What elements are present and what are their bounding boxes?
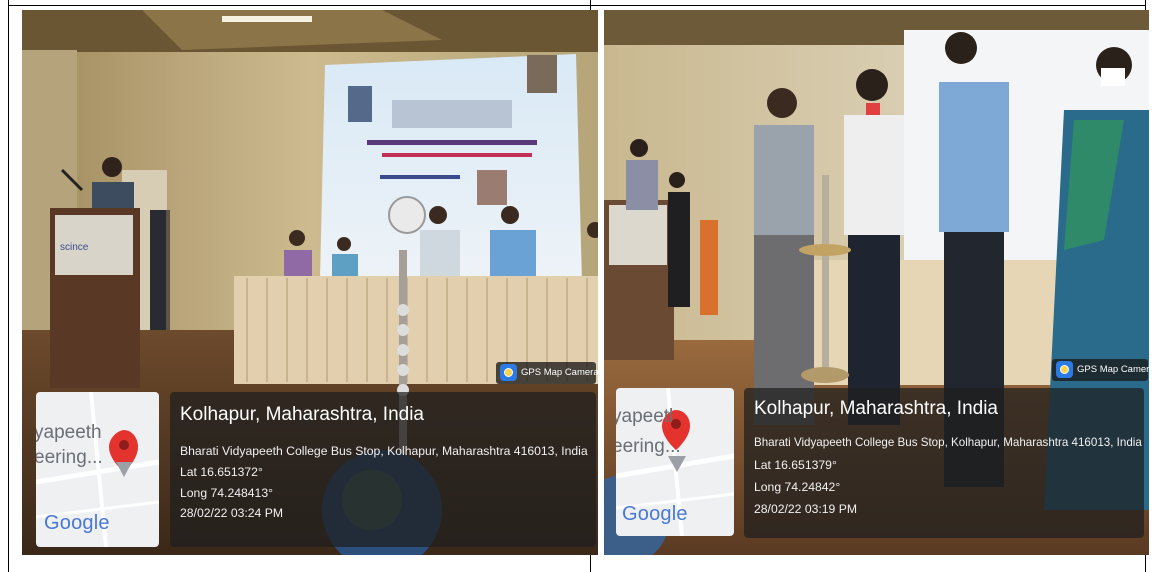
google-logo: Google <box>622 503 688 525</box>
longitude-text: Long 74.24842° <box>754 480 841 494</box>
gps-camera-app-icon <box>1056 361 1073 378</box>
location-stamp: Kolhapur, Maharashtra, India Bharati Vid… <box>744 388 1144 538</box>
location-stamp: Kolhapur, Maharashtra, India Bharati Vid… <box>170 392 596 547</box>
map-thumbnail: yapeeth eering... Google <box>36 392 159 547</box>
map-snippet-bottom: eering... <box>616 436 681 457</box>
address-text: Bharati Vidyapeeth College Bus Stop, Kol… <box>180 444 588 458</box>
map-snippet-top: yapeetl <box>616 406 674 427</box>
svg-text:scince: scince <box>60 242 89 253</box>
longitude-text: Long 74.248413° <box>180 486 273 500</box>
datetime-text: 28/02/22 03:24 PM <box>180 506 283 520</box>
event-photo-left: scince GPS Map Camera yapeeth eering... … <box>22 10 598 555</box>
gps-camera-app-icon <box>500 364 517 381</box>
latitude-text: Lat 16.651372° <box>180 465 263 479</box>
table-border-left <box>8 0 9 572</box>
map-snippet-bottom: eering... <box>36 447 103 468</box>
location-title: Kolhapur, Maharashtra, India <box>754 398 998 419</box>
location-title: Kolhapur, Maharashtra, India <box>180 404 424 425</box>
table-border-top <box>8 5 1146 6</box>
gps-badge-label: GPS Map Camera <box>1077 364 1149 375</box>
event-photo-right: GPS Map Camera yapeetl eering... Google … <box>604 10 1149 555</box>
address-text: Bharati Vidyapeeth College Bus Stop, Kol… <box>754 436 1142 449</box>
gps-badge-label: GPS Map Camera <box>521 367 598 378</box>
map-thumbnail: yapeetl eering... Google <box>616 388 734 536</box>
map-snippet-top: yapeeth <box>36 422 102 443</box>
latitude-text: Lat 16.651379° <box>754 458 837 472</box>
gps-map-camera-badge: GPS Map Camera <box>1052 359 1149 381</box>
google-logo: Google <box>44 512 110 534</box>
gps-map-camera-badge: GPS Map Camera <box>496 362 598 384</box>
datetime-text: 28/02/22 03:19 PM <box>754 502 857 516</box>
